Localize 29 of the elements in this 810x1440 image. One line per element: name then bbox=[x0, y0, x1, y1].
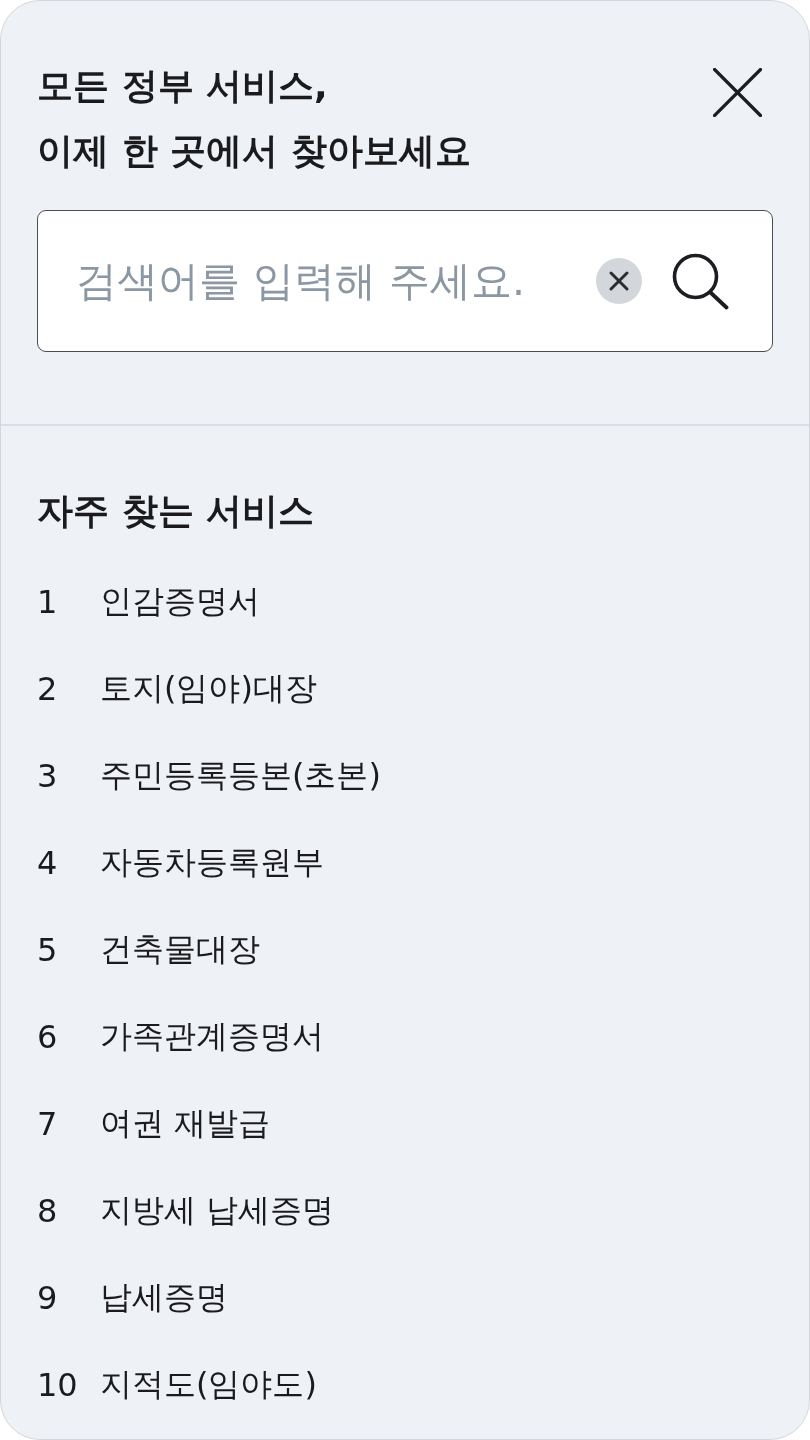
service-link[interactable]: 건축물대장 bbox=[100, 927, 260, 972]
service-link[interactable]: 자동차등록원부 bbox=[100, 840, 324, 885]
clear-icon bbox=[596, 258, 642, 304]
service-link[interactable]: 인감증명서 bbox=[100, 579, 260, 624]
rank-number: 10 bbox=[37, 1365, 79, 1404]
service-link[interactable]: 가족관계증명서 bbox=[100, 1014, 324, 1059]
rank-number: 3 bbox=[37, 756, 59, 795]
rank-number: 4 bbox=[37, 843, 59, 882]
close-button[interactable] bbox=[713, 68, 762, 117]
panel-title: 모든 정부 서비스, 이제 한 곳에서 찾아보세요 bbox=[37, 64, 471, 173]
search-icon bbox=[672, 252, 729, 310]
search-button[interactable] bbox=[672, 252, 729, 310]
service-link[interactable]: 지적도(임야도) bbox=[100, 1362, 317, 1407]
section-heading: 자주 찾는 서비스 bbox=[37, 489, 316, 533]
service-link[interactable]: 여권 재발급 bbox=[100, 1101, 271, 1146]
rank-number: 7 bbox=[37, 1104, 59, 1143]
service-link[interactable]: 지방세 납세증명 bbox=[100, 1188, 335, 1233]
rank-number: 2 bbox=[37, 669, 59, 708]
rank-number: 6 bbox=[37, 1017, 59, 1056]
service-link[interactable]: 토지(임야)대장 bbox=[100, 666, 317, 711]
service-link[interactable]: 주민등록등본(초본) bbox=[100, 753, 381, 798]
rank-number: 9 bbox=[37, 1278, 59, 1317]
close-icon bbox=[713, 68, 762, 117]
rank-number: 8 bbox=[37, 1191, 59, 1230]
rank-number: 5 bbox=[37, 930, 59, 969]
clear-button[interactable] bbox=[596, 258, 642, 304]
rank-number: 1 bbox=[37, 582, 59, 621]
service-link[interactable]: 납세증명 bbox=[100, 1275, 228, 1320]
search-field[interactable]: 검색어를 입력해 주세요. bbox=[37, 210, 773, 352]
